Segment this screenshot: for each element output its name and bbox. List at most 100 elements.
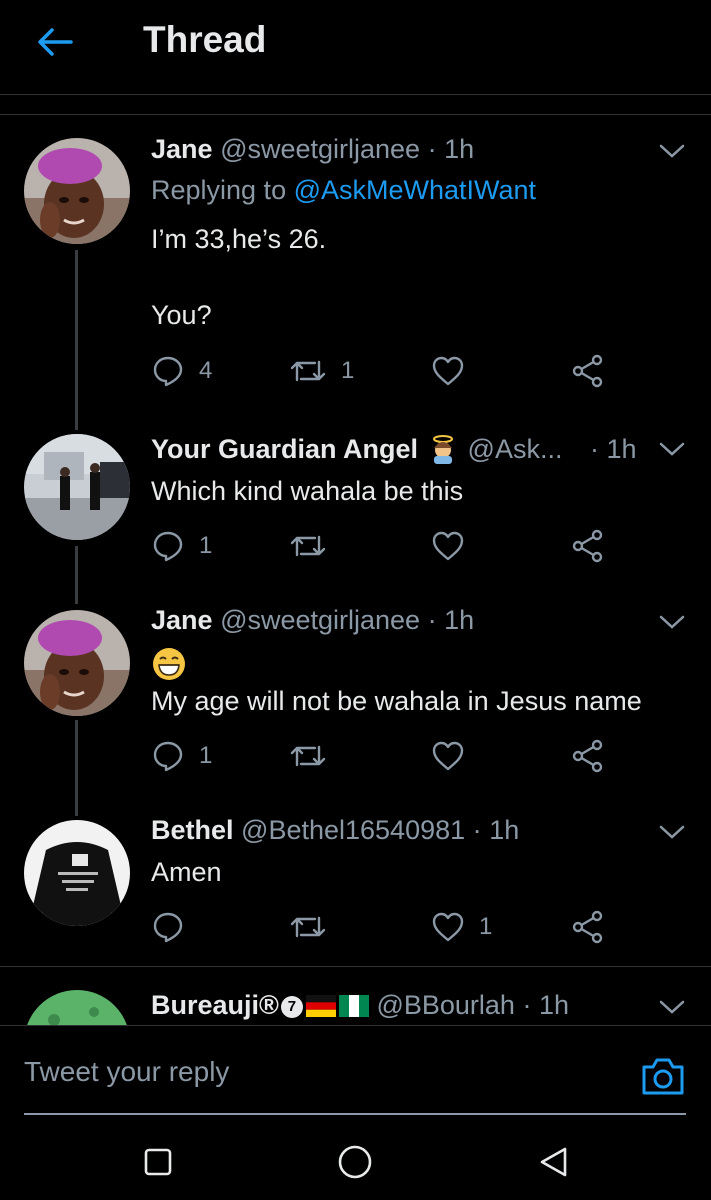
chevron-down-icon[interactable] (658, 996, 686, 1018)
thread-line (75, 720, 78, 816)
display-name[interactable]: Jane (151, 134, 213, 164)
timestamp: 1h (489, 815, 520, 845)
chevron-down-icon[interactable] (658, 140, 686, 162)
user-handle[interactable]: @Bethel16540981 (241, 815, 465, 845)
tweet-time: · 1h (590, 434, 637, 465)
thread-line (75, 250, 78, 430)
thread-line (75, 546, 78, 604)
page-title: Thread (143, 19, 267, 60)
display-name[interactable]: Bethel (151, 815, 234, 845)
avatar-photo (24, 820, 130, 926)
camera-icon (642, 1058, 684, 1095)
avatar[interactable] (24, 434, 130, 540)
avatar-photo (24, 138, 130, 244)
display-name[interactable]: Jane (151, 605, 213, 635)
retweet-button[interactable] (289, 909, 341, 945)
replying-prefix: Replying to (151, 175, 294, 205)
retweet-icon (290, 360, 326, 382)
user-handle[interactable]: @sweetgirljanee (220, 605, 420, 635)
recents-button[interactable] (140, 1144, 176, 1180)
square-icon (144, 1148, 172, 1176)
like-button[interactable] (431, 353, 479, 389)
tweet-header: Bethel @Bethel16540981 · 1h (151, 815, 519, 846)
share-button[interactable] (571, 909, 605, 945)
camera-button[interactable] (640, 1055, 686, 1097)
tweet-header: Bureauji® 7 @BBourlah · 1h (151, 990, 569, 1021)
reply-button[interactable]: 4 (151, 353, 212, 389)
share-button[interactable] (571, 353, 605, 389)
angel-emoji-icon (433, 435, 454, 464)
avatar[interactable] (24, 820, 130, 926)
tweet-header: Your Guardian Angel @Ask... (151, 434, 562, 465)
timestamp: 1h (444, 134, 475, 164)
tweet-actions: 1 (151, 528, 611, 564)
tweet-header: Jane @sweetgirljanee · 1h (151, 605, 474, 636)
timestamp: 1h (606, 434, 637, 464)
tweet-actions: 1 (151, 738, 611, 774)
input-underline (24, 1113, 686, 1115)
back-button[interactable] (30, 20, 80, 64)
retweet-icon (290, 916, 326, 938)
germany-flag-icon (305, 995, 336, 1017)
like-button[interactable]: 1 (431, 909, 492, 945)
tweet-text: I’m 33,he’s 26. You? (151, 224, 327, 330)
like-button[interactable] (431, 738, 479, 774)
reply-button[interactable]: 1 (151, 738, 212, 774)
avatar[interactable] (24, 138, 130, 244)
avatar-photo (24, 434, 130, 540)
heart-icon (432, 356, 464, 386)
tweet-actions: 1 (151, 909, 611, 945)
like-count: 1 (479, 913, 493, 940)
user-handle[interactable]: @sweetgirljanee (220, 134, 420, 164)
home-button[interactable] (337, 1144, 373, 1180)
divider (0, 114, 711, 115)
share-button[interactable] (571, 528, 605, 564)
reply-input[interactable]: Tweet your reply (24, 1056, 229, 1088)
heart-icon (432, 531, 464, 561)
chevron-down-icon[interactable] (658, 438, 686, 460)
reply-count: 1 (199, 532, 213, 559)
user-handle[interactable]: @Ask... (468, 434, 563, 464)
heart-icon (432, 741, 464, 771)
reply-count: 4 (199, 357, 213, 384)
heart-icon (432, 912, 464, 942)
reply-button[interactable] (151, 909, 199, 945)
tweet[interactable]: Bureauji® 7 @BBourlah · 1h (0, 966, 711, 1025)
timestamp: 1h (538, 990, 569, 1020)
reply-button[interactable]: 1 (151, 528, 212, 564)
separator-dot: · (427, 605, 437, 635)
separator-dot: · (590, 434, 599, 464)
retweet-button[interactable] (289, 528, 341, 564)
retweet-icon (290, 745, 326, 767)
avatar[interactable] (24, 990, 130, 1025)
reply-icon (153, 356, 183, 387)
replying-to: Replying to @AskMeWhatIWant (151, 175, 536, 206)
user-handle[interactable]: @BBourlah (376, 990, 514, 1020)
display-name[interactable]: Your Guardian Angel (151, 434, 418, 464)
nigeria-flag-icon (338, 995, 369, 1017)
reply-icon (153, 531, 183, 562)
grinning-emoji-icon (153, 648, 185, 680)
share-icon (572, 529, 603, 563)
avatar[interactable] (24, 610, 130, 716)
retweet-count: 1 (341, 357, 355, 384)
chevron-down-icon[interactable] (658, 821, 686, 843)
like-button[interactable] (431, 528, 479, 564)
number-badge: 7 (280, 996, 303, 1018)
reply-icon (153, 741, 183, 772)
triangle-back-icon (540, 1147, 567, 1177)
tweet-text: Amen (151, 857, 222, 887)
chevron-down-icon[interactable] (658, 611, 686, 633)
tweet-text: My age will not be wahala in Jesus name (151, 686, 642, 716)
separator-dot: · (427, 134, 437, 164)
top-bar: Thread (0, 0, 711, 95)
back-nav-button[interactable] (535, 1144, 571, 1180)
reply-icon (153, 912, 183, 943)
display-name[interactable]: Bureauji® (151, 990, 279, 1020)
mention-link[interactable]: @AskMeWhatIWant (294, 175, 536, 205)
retweet-button[interactable] (289, 738, 341, 774)
retweet-button[interactable]: 1 (289, 353, 354, 389)
tweet-header: Jane @sweetgirljanee · 1h (151, 134, 474, 165)
separator-dot: · (472, 815, 482, 845)
share-button[interactable] (571, 738, 605, 774)
